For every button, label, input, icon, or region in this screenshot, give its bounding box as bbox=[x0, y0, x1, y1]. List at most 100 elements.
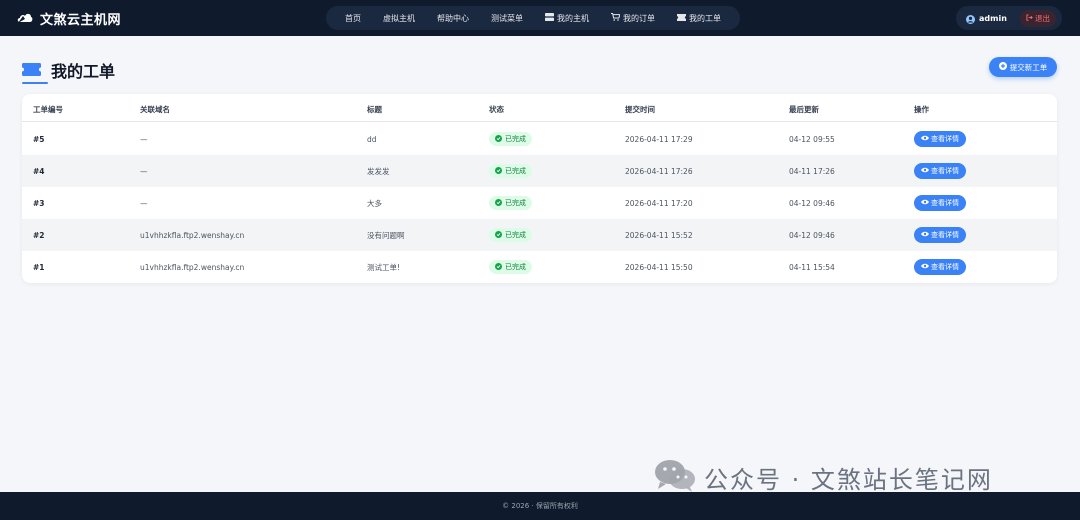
ticket-updated: 04-12 09:46 bbox=[789, 230, 835, 240]
ticket-created: 2026-04-11 17:29 bbox=[625, 134, 693, 144]
view-details-label: 查看详情 bbox=[931, 167, 959, 175]
logout-icon bbox=[1026, 13, 1033, 23]
status-badge: 已完成 bbox=[489, 260, 532, 274]
ticket-domain: — bbox=[140, 198, 148, 208]
nav-item-test-menu[interactable]: 测试菜单 bbox=[491, 13, 523, 24]
ticket-icon bbox=[22, 61, 41, 80]
table-row[interactable]: #5 — dd 已完成 2026-04-11 17:29 04-12 09:55… bbox=[22, 123, 1057, 155]
title-underline bbox=[22, 82, 48, 84]
view-details-label: 查看详情 bbox=[931, 199, 959, 207]
nav-item-home[interactable]: 首页 bbox=[345, 13, 361, 24]
ticket-id: #3 bbox=[33, 198, 45, 208]
brand-logo[interactable]: 文煞云主机网 bbox=[16, 0, 121, 36]
col-ticket-id: 工单编号 bbox=[33, 105, 63, 114]
logout-label: 退出 bbox=[1035, 13, 1050, 23]
view-details-label: 查看详情 bbox=[931, 135, 959, 143]
status-cell: 已完成 bbox=[489, 187, 532, 219]
cloud-logo-icon bbox=[16, 9, 34, 28]
check-circle-icon bbox=[495, 198, 502, 208]
ticket-id: #5 bbox=[33, 134, 45, 144]
status-label: 已完成 bbox=[505, 135, 526, 143]
ticket-created: 2026-04-11 15:52 bbox=[625, 230, 693, 240]
check-circle-icon bbox=[495, 262, 502, 272]
watermark-text: 公众号 · 文煞站长笔记网 bbox=[704, 465, 993, 494]
status-cell: 已完成 bbox=[489, 219, 532, 251]
nav-item-my-hosts[interactable]: 我的主机 bbox=[545, 13, 589, 24]
view-details-button[interactable]: 查看详情 bbox=[914, 227, 966, 243]
ticket-title: 发发发 bbox=[367, 166, 390, 176]
username: admin bbox=[979, 13, 1007, 23]
ticket-updated: 04-11 15:54 bbox=[789, 262, 835, 272]
table-row[interactable]: #4 — 发发发 已完成 2026-04-11 17:26 04-11 17:2… bbox=[22, 155, 1057, 187]
ticket-updated: 04-12 09:55 bbox=[789, 134, 835, 144]
page-title: 我的工单 bbox=[51, 62, 116, 81]
view-details-button[interactable]: 查看详情 bbox=[914, 195, 966, 211]
ticket-updated: 04-11 17:26 bbox=[789, 166, 835, 176]
ticket-domain: — bbox=[140, 166, 148, 176]
ticket-id: #2 bbox=[33, 230, 45, 240]
eye-icon bbox=[921, 263, 929, 271]
view-details-label: 查看详情 bbox=[931, 231, 959, 239]
status-label: 已完成 bbox=[505, 231, 526, 239]
wechat-icon bbox=[654, 458, 696, 496]
new-ticket-button[interactable]: 提交新工单 bbox=[989, 57, 1057, 77]
status-badge: 已完成 bbox=[489, 228, 532, 242]
eye-icon bbox=[921, 135, 929, 143]
nav-label: 虚拟主机 bbox=[383, 13, 415, 23]
action-cell: 查看详情 bbox=[914, 251, 966, 283]
eye-icon bbox=[921, 199, 929, 207]
ticket-title: dd bbox=[367, 134, 377, 144]
nav-label: 首页 bbox=[345, 13, 361, 23]
view-details-button[interactable]: 查看详情 bbox=[914, 259, 966, 275]
nav-item-my-orders[interactable]: 我的订单 bbox=[611, 13, 655, 24]
nav-item-virtual-host[interactable]: 虚拟主机 bbox=[383, 13, 415, 24]
ticket-updated: 04-12 09:46 bbox=[789, 198, 835, 208]
check-circle-icon bbox=[495, 166, 502, 176]
top-navbar: 文煞云主机网 首页 虚拟主机 帮助中心 测试菜单 我的主机 我的订单 我的工单 … bbox=[0, 0, 1080, 36]
ticket-domain: u1vhhzkfla.ftp2.wenshay.cn bbox=[140, 230, 245, 240]
status-label: 已完成 bbox=[505, 263, 526, 271]
status-badge: 已完成 bbox=[489, 196, 532, 210]
table-row[interactable]: #3 — 大多 已完成 2026-04-11 17:20 04-12 09:46… bbox=[22, 187, 1057, 219]
action-cell: 查看详情 bbox=[914, 155, 966, 187]
status-cell: 已完成 bbox=[489, 123, 532, 155]
status-badge: 已完成 bbox=[489, 164, 532, 178]
ticket-title: 测试工单! bbox=[367, 262, 401, 272]
col-updated: 最后更新 bbox=[789, 105, 819, 114]
ticket-id: #4 bbox=[33, 166, 45, 176]
nav-item-my-tickets[interactable]: 我的工单 bbox=[677, 13, 721, 24]
brand-name: 文煞云主机网 bbox=[40, 12, 122, 28]
eye-icon bbox=[921, 231, 929, 239]
nav-item-help-center[interactable]: 帮助中心 bbox=[437, 13, 469, 24]
ticket-id: #1 bbox=[33, 262, 45, 272]
nav-label: 我的工单 bbox=[689, 13, 721, 23]
col-actions: 操作 bbox=[914, 105, 929, 114]
view-details-button[interactable]: 查看详情 bbox=[914, 163, 966, 179]
ticket-created: 2026-04-11 15:50 bbox=[625, 262, 693, 272]
status-label: 已完成 bbox=[505, 167, 526, 175]
status-badge: 已完成 bbox=[489, 132, 532, 146]
page-footer: © 2026 · 保留所有权利 bbox=[0, 492, 1080, 520]
check-circle-icon bbox=[495, 230, 502, 240]
logout-button[interactable]: 退出 bbox=[1020, 9, 1056, 27]
table-header: 工单编号 关联域名 标题 状态 提交时间 最后更新 操作 bbox=[22, 94, 1057, 122]
nav-label: 我的订单 bbox=[623, 13, 655, 23]
plus-circle-icon bbox=[998, 62, 1007, 72]
user-menu[interactable]: admin 退出 bbox=[956, 6, 1062, 30]
tickets-table: 工单编号 关联域名 标题 状态 提交时间 最后更新 操作 #5 — dd 已完成… bbox=[22, 94, 1057, 283]
view-details-button[interactable]: 查看详情 bbox=[914, 131, 966, 147]
user-avatar-icon bbox=[966, 9, 975, 28]
ticket-title: 没有问题啊 bbox=[367, 230, 405, 240]
status-label: 已完成 bbox=[505, 199, 526, 207]
ticket-created: 2026-04-11 17:26 bbox=[625, 166, 693, 176]
status-cell: 已完成 bbox=[489, 251, 532, 283]
ticket-created: 2026-04-11 17:20 bbox=[625, 198, 693, 208]
table-row[interactable]: #2 u1vhhzkfla.ftp2.wenshay.cn 没有问题啊 已完成 … bbox=[22, 219, 1057, 251]
status-cell: 已完成 bbox=[489, 155, 532, 187]
new-ticket-label: 提交新工单 bbox=[1009, 62, 1048, 72]
view-details-label: 查看详情 bbox=[931, 263, 959, 271]
col-title: 标题 bbox=[367, 105, 382, 114]
table-row[interactable]: #1 u1vhhzkfla.ftp2.wenshay.cn 测试工单! 已完成 … bbox=[22, 251, 1057, 283]
action-cell: 查看详情 bbox=[914, 219, 966, 251]
action-cell: 查看详情 bbox=[914, 187, 966, 219]
